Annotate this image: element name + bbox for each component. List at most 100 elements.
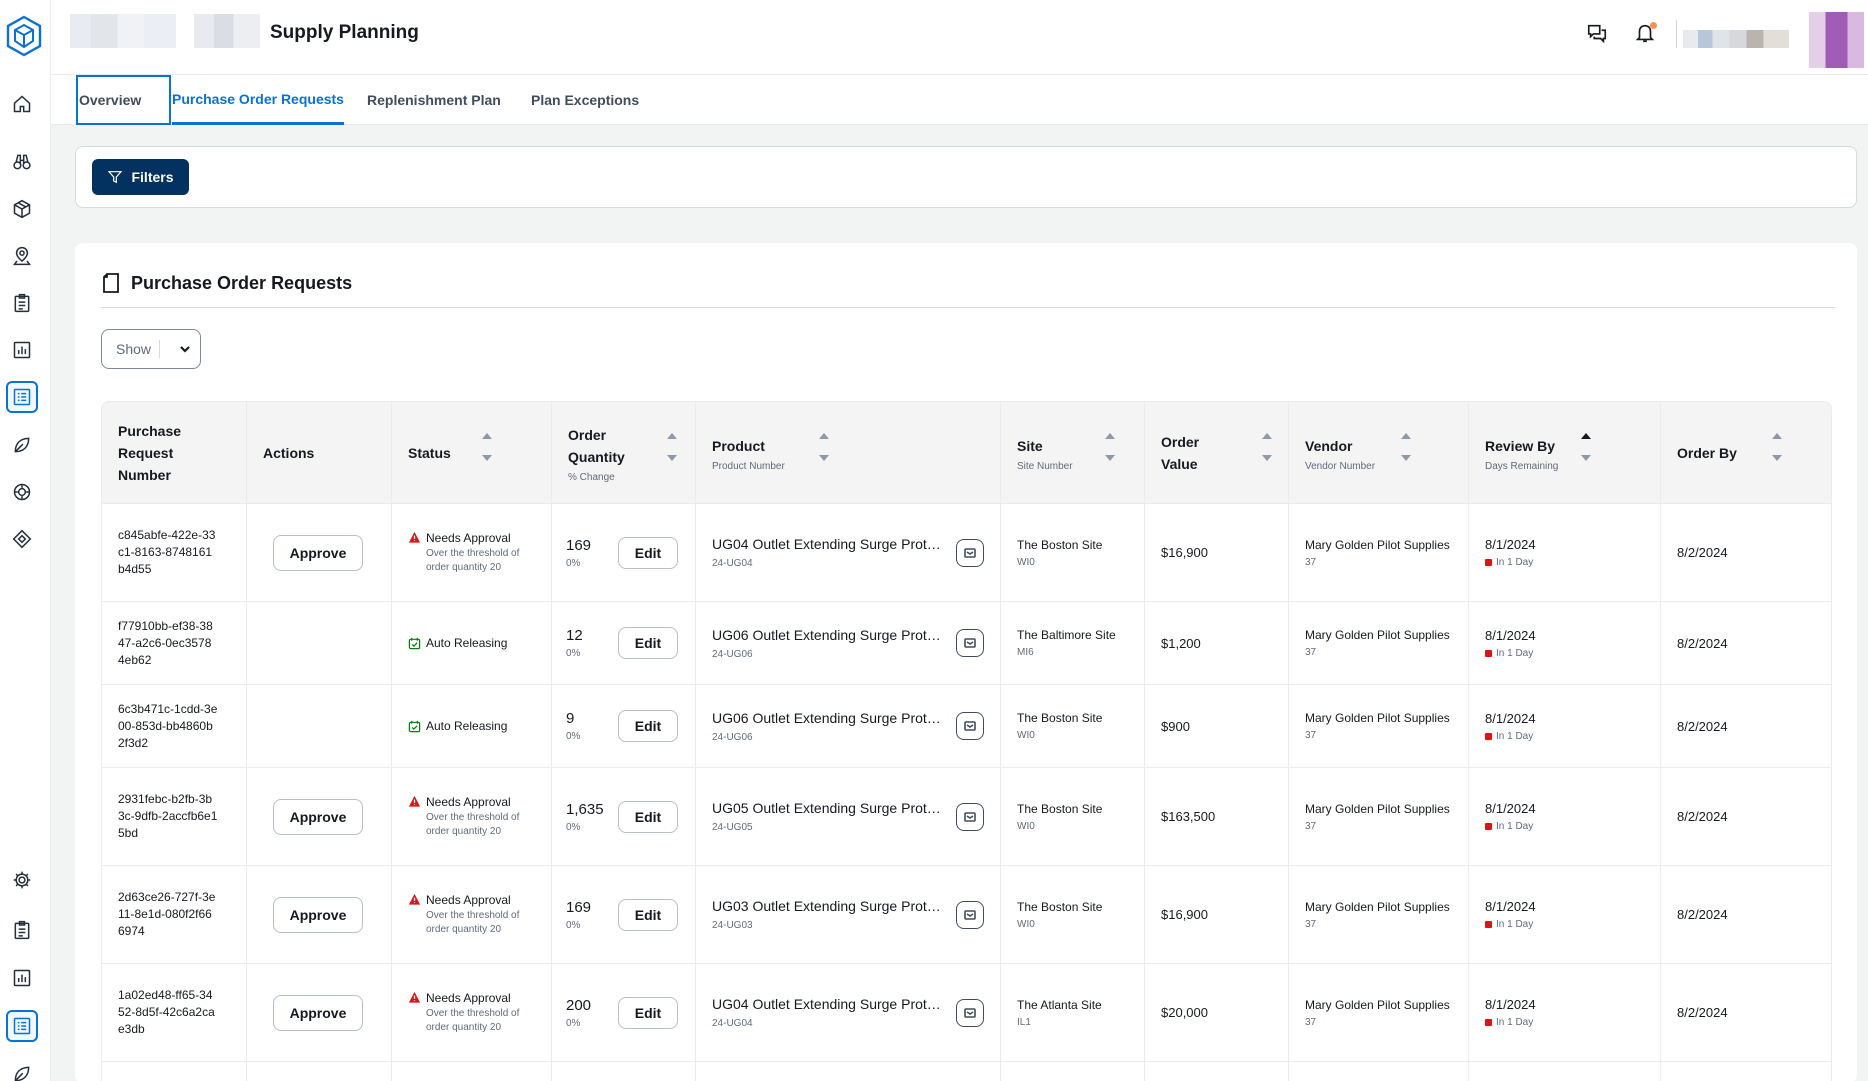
product-details-icon[interactable] <box>956 900 984 929</box>
column-header-product[interactable]: Product Product Number <box>696 402 1001 504</box>
table-list-icon[interactable] <box>6 1010 38 1042</box>
tab-replenishment-plan[interactable]: Replenishment Plan <box>367 75 501 125</box>
edit-button[interactable]: Edit <box>618 996 678 1029</box>
sort-icon[interactable] <box>1262 433 1272 473</box>
order-by-date: 8/2/2024 <box>1677 809 1728 824</box>
show-select-label: Show <box>116 341 152 357</box>
table-cell: 8/2/2024 <box>1661 866 1831 963</box>
sort-icon[interactable] <box>1772 433 1782 473</box>
site-name: The Boston Site <box>1017 537 1103 552</box>
bar-chart-icon[interactable] <box>8 336 36 364</box>
approve-button[interactable]: Approve <box>273 994 363 1031</box>
table-cell: 8/2/2024 <box>1661 768 1831 865</box>
edit-button[interactable]: Edit <box>618 898 678 931</box>
product-name[interactable]: UG05 Outlet Extending Surge Protector <box>712 800 947 816</box>
product-number: 24-UG06 <box>712 648 753 660</box>
chat-icon[interactable] <box>1586 22 1610 46</box>
sort-ascending-icon[interactable] <box>1581 433 1591 473</box>
column-header-site[interactable]: Site Site Number <box>1001 402 1145 504</box>
clipboard-icon[interactable] <box>8 289 36 317</box>
map-pin-icon[interactable] <box>8 242 36 270</box>
product-number: 24-UG05 <box>712 822 753 833</box>
box-icon[interactable] <box>8 195 36 223</box>
product-name[interactable]: UG03 Outlet Extending Surge Protector <box>712 898 947 914</box>
table-cell <box>247 1062 392 1081</box>
product-name[interactable]: UG04 Outlet Extending Surge Protector <box>712 536 947 552</box>
vendor-number: 37 <box>1305 556 1317 568</box>
sort-icon[interactable] <box>1105 433 1115 473</box>
days-remaining-label: In 1 Day <box>1496 557 1534 568</box>
product-details-icon[interactable] <box>956 629 984 657</box>
gear-icon[interactable] <box>8 866 36 894</box>
table-row: 6c3b471c-1cdd-3e00-853d-bb4860b2f3d2 Aut… <box>102 685 1831 768</box>
filter-icon <box>108 171 123 184</box>
product-name[interactable]: UG06 Outlet Extending Surge Protector <box>712 627 947 643</box>
diamond-icon[interactable] <box>8 525 36 553</box>
product-details-icon[interactable] <box>956 538 984 567</box>
product-details-icon[interactable] <box>956 802 984 831</box>
days-remaining: In 1 Day <box>1485 1017 1660 1028</box>
table-list-icon[interactable] <box>6 381 38 413</box>
show-select[interactable]: Show <box>101 329 201 369</box>
approve-button[interactable]: Approve <box>273 534 363 571</box>
column-header-status[interactable]: Status <box>392 402 552 504</box>
purchase-request-number[interactable]: c845abfe-422e-33c1-8163-8748161b4d55 <box>118 527 218 578</box>
leaf-icon[interactable] <box>8 1060 36 1081</box>
order-value: $900 <box>1161 718 1190 734</box>
app-logo-icon[interactable] <box>4 14 44 58</box>
table-cell: 8/2/2024 <box>1661 964 1831 1061</box>
table-cell: Needs Approval Over the threshold of ord… <box>392 866 552 963</box>
tab-purchase-order-requests[interactable]: Purchase Order Requests <box>172 75 344 125</box>
site-number: WI0 <box>1017 556 1035 568</box>
tab-plan-exceptions[interactable]: Plan Exceptions <box>531 75 639 125</box>
column-header-order-by[interactable]: Order By <box>1661 402 1831 504</box>
purchase-request-number[interactable]: 1a02ed48-ff65-3452-8d5f-42c6a2cae3db <box>118 987 218 1038</box>
edit-button[interactable]: Edit <box>618 710 678 742</box>
sort-icon[interactable] <box>667 433 677 473</box>
approve-button[interactable]: Approve <box>273 896 363 933</box>
binoculars-icon[interactable] <box>8 148 36 176</box>
auto-release-icon <box>408 720 421 733</box>
status-label: Auto Releasing <box>426 636 508 650</box>
sort-icon[interactable] <box>1401 433 1411 473</box>
order-value: $16,900 <box>1161 907 1208 922</box>
table-cell <box>1469 1062 1661 1081</box>
sort-icon[interactable] <box>482 433 492 473</box>
product-details-icon[interactable] <box>956 998 984 1027</box>
purchase-request-number[interactable]: f77910bb-ef38-3847-a2c6-0ec35784eb62 <box>118 618 218 669</box>
purchase-request-number[interactable]: 6c3b471c-1cdd-3e00-853d-bb4860b2f3d2 <box>118 701 218 752</box>
column-header-order-value[interactable]: Order Value <box>1145 402 1289 504</box>
column-header-vendor[interactable]: Vendor Vendor Number <box>1289 402 1469 504</box>
edit-button[interactable]: Edit <box>618 800 678 833</box>
home-icon[interactable] <box>8 90 36 118</box>
product-details-icon[interactable] <box>956 712 984 740</box>
tab-overview[interactable]: Overview <box>76 75 171 125</box>
avatar[interactable] <box>1809 12 1864 68</box>
redacted-breadcrumb <box>194 14 260 48</box>
divider <box>101 307 1835 308</box>
product-name[interactable]: UG06 Outlet Extending Surge Protector <box>712 710 947 726</box>
column-header-purchase-request-number[interactable]: Purchase Request Number <box>102 402 247 504</box>
table-cell: $20,000 <box>1145 964 1289 1061</box>
table-cell: 169 0% Edit <box>552 866 696 963</box>
clipboard-icon[interactable] <box>8 916 36 944</box>
filters-button[interactable]: Filters <box>92 159 189 195</box>
days-remaining: In 1 Day <box>1485 731 1660 742</box>
site-name: The Atlanta Site <box>1017 997 1102 1012</box>
purchase-request-number[interactable]: 2d63ce26-727f-3e11-8e1d-080f2f666974 <box>118 889 218 940</box>
status-indicator: Auto Releasing <box>408 719 551 733</box>
notification-bell-icon[interactable] <box>1634 22 1658 46</box>
bar-chart-icon[interactable] <box>8 964 36 992</box>
approve-button[interactable]: Approve <box>273 798 363 835</box>
purchase-request-number[interactable]: 2931febc-b2fb-3b3c-9dfb-2accfb6e15bd <box>118 791 218 842</box>
column-header-review-by[interactable]: Review By Days Remaining <box>1469 402 1661 504</box>
sort-icon[interactable] <box>819 433 829 473</box>
column-header-order-quantity[interactable]: Order Quantity % Change <box>552 402 696 504</box>
edit-button[interactable]: Edit <box>618 627 678 659</box>
product-name[interactable]: UG04 Outlet Extending Surge Protector <box>712 996 947 1012</box>
table-cell: The Boston Site WI0 <box>1001 685 1145 767</box>
leaf-icon[interactable] <box>8 431 36 459</box>
filters-button-label: Filters <box>131 169 174 185</box>
edit-button[interactable]: Edit <box>618 536 678 569</box>
target-icon[interactable] <box>8 478 36 506</box>
